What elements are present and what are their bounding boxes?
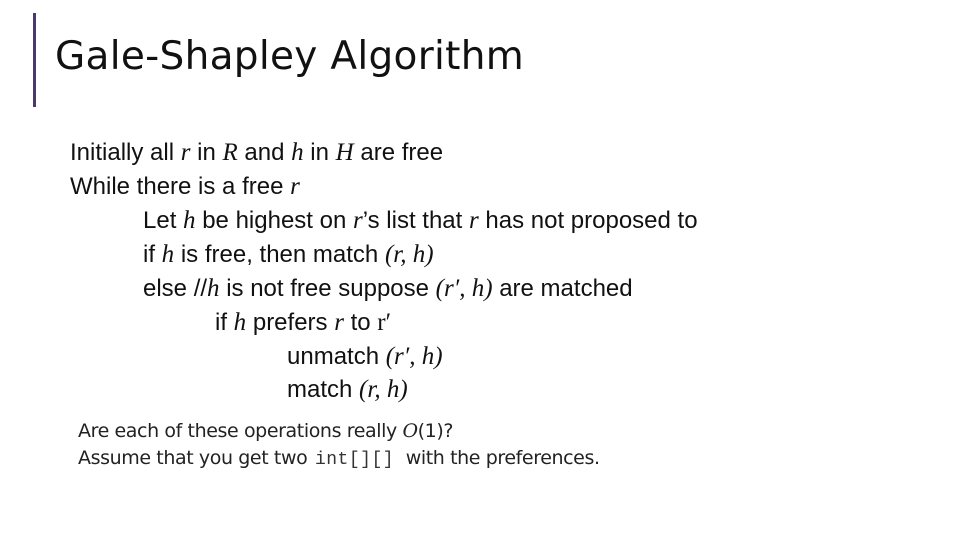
algorithm-line-while: While there is a free r xyxy=(70,174,300,199)
text: to xyxy=(343,309,378,336)
math-var: h xyxy=(207,275,220,302)
text: are matched xyxy=(492,275,633,302)
title-accent-bar xyxy=(33,13,36,107)
slide-title: Gale-Shapley Algorithm xyxy=(55,34,525,79)
text: with the preferences. xyxy=(400,447,600,469)
math-expr: (r, h) xyxy=(359,376,408,403)
algorithm-line-if-prefers: if h prefers r to r′ xyxy=(215,310,391,335)
algorithm-line-else: else //h is not free suppose (r′, h) are… xyxy=(143,276,633,301)
text: are free xyxy=(353,139,444,166)
math-var: r xyxy=(290,173,300,200)
text: Are each of these operations really xyxy=(78,420,403,442)
text: be highest on xyxy=(195,207,353,234)
math-var: h xyxy=(161,241,175,268)
text: match xyxy=(287,376,360,403)
text: unmatch xyxy=(287,343,386,370)
algorithm-line-initialize: Initially all r in R and h in H are free xyxy=(70,140,443,165)
math-var: R xyxy=(222,139,238,166)
text: in xyxy=(303,139,336,166)
text: Let xyxy=(143,207,184,234)
code-snippet: int[][] xyxy=(314,450,395,470)
text: prefers xyxy=(246,309,335,336)
text: else // xyxy=(143,275,208,302)
math-var: r′ xyxy=(377,309,392,336)
algorithm-line-let: Let h be highest on r’s list that r has … xyxy=(143,208,698,233)
math-var: r xyxy=(468,207,479,234)
math-var: r xyxy=(352,207,363,234)
math-var: O xyxy=(402,420,418,442)
note-question: Are each of these operations really O(1)… xyxy=(78,418,600,445)
algorithm-line-match: match (r, h) xyxy=(287,377,408,402)
text: is free, then match xyxy=(174,241,385,268)
text: in xyxy=(190,139,223,166)
text: (1)? xyxy=(417,420,454,442)
text: has not proposed to xyxy=(478,207,698,234)
note-assumption: Assume that you get two int[][] with the… xyxy=(78,445,600,474)
math-expr: (r, h) xyxy=(384,241,434,268)
text: and xyxy=(237,139,292,166)
algorithm-line-if-free: if h is free, then match (r, h) xyxy=(143,242,434,267)
text: Initially all xyxy=(70,139,181,166)
text: Assume that you get two xyxy=(78,447,313,469)
math-var: h xyxy=(291,139,304,166)
text: While there is a free xyxy=(70,173,291,200)
math-var: h xyxy=(183,207,196,234)
text: ’s list that xyxy=(362,207,469,234)
math-var: r xyxy=(180,139,191,166)
text: if xyxy=(143,241,162,268)
text: is not free suppose xyxy=(219,275,436,302)
math-expr: (r′, h) xyxy=(435,275,493,302)
math-var: H xyxy=(335,139,354,166)
text: if xyxy=(215,309,234,336)
math-var: r xyxy=(334,309,344,336)
algorithm-line-unmatch: unmatch (r′, h) xyxy=(287,344,443,369)
math-var: h xyxy=(233,309,247,336)
slide-notes: Are each of these operations really O(1)… xyxy=(78,418,600,474)
math-expr: (r′, h) xyxy=(385,343,443,370)
